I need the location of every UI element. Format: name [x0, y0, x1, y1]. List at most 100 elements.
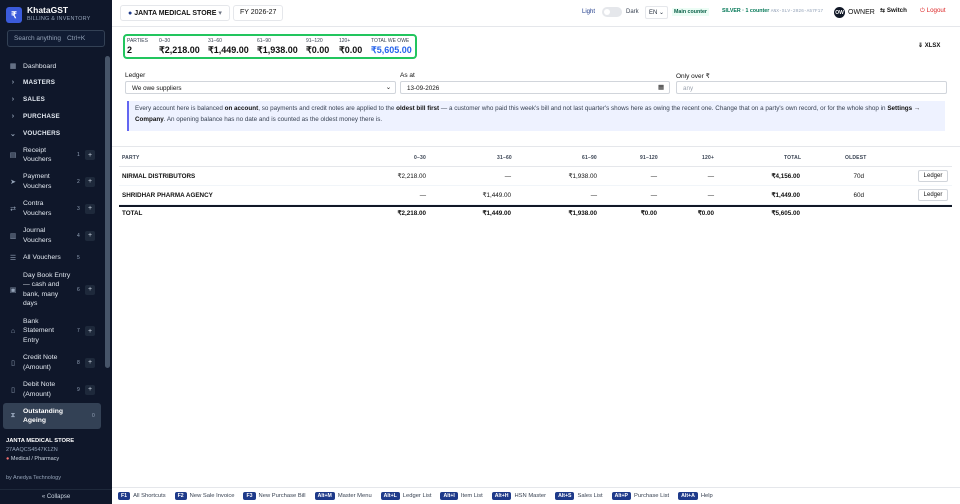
shortcut-key[interactable]: F2: [174, 492, 187, 500]
only-over-input[interactable]: any: [676, 81, 947, 94]
ageing-summary: PARTIES 2 0–30 ₹2,218.00 31–60 ₹1,449.00 61…: [123, 34, 417, 59]
logout-button[interactable]: ⏻ Logout: [920, 7, 946, 15]
sidebar-item-bank-statement-entry[interactable]: ⌂ Bank Statement Entry 7 +: [0, 313, 104, 349]
col-31-60: 31–60: [497, 155, 512, 161]
sidebar-scrollbar[interactable]: [105, 56, 110, 368]
summary-total: TOTAL WE OWE ₹5,605.00: [371, 38, 412, 55]
plan-code: ANX-SLV-2026-A57F17: [770, 9, 824, 14]
sidebar-item-credit-note[interactable]: ▯ Credit Note (Amount) 8 +: [0, 349, 104, 376]
table-header: PARTY 0–30 31–60 61–90 91–120 120+ TOTAL…: [119, 155, 952, 167]
book-icon: ▣: [9, 286, 17, 294]
divider: [112, 146, 960, 147]
journal-icon: ▥: [9, 232, 17, 240]
add-button[interactable]: +: [85, 284, 95, 295]
search-shortcut: Ctrl+K: [66, 35, 86, 42]
collapse-button[interactable]: « Collapse: [0, 489, 112, 504]
sidebar: ₹ KhataGST BILLING & INVENTORY Search an…: [0, 0, 112, 504]
shortcut-key[interactable]: F1: [118, 492, 131, 500]
sidebar-item-day-book-entry[interactable]: ▣ Day Book Entry — cash and bank, many d…: [0, 266, 104, 313]
theme-toggle[interactable]: [602, 7, 622, 17]
credit-note-icon: ▯: [11, 359, 15, 367]
shortcut-key[interactable]: Alt+L: [380, 492, 400, 500]
counter-badge: Main counter: [672, 8, 709, 16]
add-button[interactable]: +: [85, 150, 95, 160]
total-row: TOTAL ₹2,218.00 ₹1,449.00 ₹1,938.00 ₹0.0…: [119, 205, 952, 221]
party-name: NIRMAL DISTRIBUTORS: [122, 173, 196, 180]
sidebar-section-masters[interactable]: › MASTERS: [0, 74, 104, 91]
avatar[interactable]: OW: [834, 7, 845, 18]
sidebar-item-dashboard[interactable]: ▦ Dashboard: [0, 58, 104, 74]
chevron-down-icon: ⌄: [9, 130, 17, 138]
shortcut-key[interactable]: Alt+M: [314, 492, 335, 500]
light-theme-label: Light: [582, 9, 596, 15]
shortcut-key[interactable]: Alt+P: [611, 492, 632, 500]
sidebar-item-label: Dashboard: [23, 62, 57, 70]
sidebar-item-debit-note[interactable]: ▯ Debit Note (Amount) 9 +: [0, 376, 104, 403]
col-120-plus: 120+: [702, 155, 715, 161]
ledger-button[interactable]: Ledger: [918, 170, 948, 182]
as-at-date-input[interactable]: 13-09-2026 ▦: [400, 81, 670, 94]
ledger-button[interactable]: Ledger: [918, 189, 948, 201]
add-button[interactable]: +: [85, 326, 95, 336]
table-row[interactable]: SHRIDHAR PHARMA AGENCY — ₹1,449.00 — — —…: [119, 186, 952, 205]
sidebar-section-vouchers[interactable]: ⌄ VOUCHERS: [0, 125, 104, 142]
store-name: JANTA MEDICAL STORE: [6, 438, 75, 444]
shortcut-bar: F1 All Shortcuts F2 New Sale Invoice F3 New…: [112, 487, 960, 504]
sidebar-section-purchase[interactable]: › PURCHASE: [0, 108, 104, 125]
shortcut-key[interactable]: Alt+S: [555, 492, 575, 500]
info-note: Every account here is balanced on accoun…: [127, 101, 945, 131]
table-row[interactable]: NIRMAL DISTRIBUTORS ₹2,218.00 — ₹1,938.0…: [119, 167, 952, 186]
company-selector[interactable]: ● JANTA MEDICAL STORE ▾: [120, 5, 230, 21]
add-button[interactable]: +: [85, 230, 95, 241]
store-category: ● Medical / Pharmacy: [6, 456, 60, 462]
chevron-down-icon: ⌄: [385, 84, 391, 91]
shortcut-key[interactable]: Alt+H: [491, 492, 512, 500]
brand-subtitle: BILLING & INVENTORY: [27, 16, 91, 22]
shortcut-key[interactable]: Alt+I: [440, 492, 458, 500]
sidebar-section-sales[interactable]: › SALES: [0, 91, 104, 108]
ageing-table: PARTY 0–30 31–60 61–90 91–120 120+ TOTAL…: [119, 155, 952, 221]
language-select[interactable]: EN ⌄: [645, 6, 669, 19]
plan-badge: SILVER · 1 counter ANX-SLV-2026-A57F17: [722, 8, 824, 14]
sidebar-item-receipt-vouchers[interactable]: ▤ Receipt Vouchers 1 +: [0, 142, 104, 168]
col-party: PARTY: [122, 155, 140, 161]
add-button[interactable]: +: [85, 357, 95, 368]
fy-selector[interactable]: FY 2026-27: [233, 5, 284, 21]
swap-icon: ⇄: [10, 205, 16, 213]
summary-61-90: 61–90 ₹1,938.00: [257, 38, 298, 55]
xlsx-export-button[interactable]: ⇓ XLSX: [918, 42, 940, 49]
sidebar-item-outstanding-ageing[interactable]: ⧗ Outstanding Ageing 0: [3, 403, 101, 429]
pill-icon: ●: [6, 456, 10, 462]
sidebar-item-contra-vouchers[interactable]: ⇄ Contra Vouchers 3 +: [0, 195, 104, 222]
owner-label: OWNER: [848, 9, 875, 16]
receipt-icon: ▤: [9, 152, 17, 159]
summary-91-120: 91–120 ₹0.00: [306, 38, 330, 55]
logout-icon: ⏻: [920, 7, 925, 14]
chevron-right-icon: ›: [11, 113, 15, 120]
list-icon: ☰: [9, 254, 17, 262]
shortcut-key[interactable]: F3: [243, 492, 256, 500]
chevron-down-icon: ⌄: [659, 10, 665, 16]
payment-icon: ➤: [10, 178, 16, 186]
sidebar-item-all-vouchers[interactable]: ☰ All Vouchers 5: [0, 249, 104, 266]
shortcut-key[interactable]: Alt+A: [678, 492, 698, 500]
add-button[interactable]: +: [85, 384, 95, 395]
sidebar-item-journal-vouchers[interactable]: ▥ Journal Vouchers 4 +: [0, 222, 104, 249]
brand-name: KhataGST: [27, 5, 69, 15]
summary-0-30: 0–30 ₹2,218.00: [159, 38, 200, 55]
sidebar-item-payment-vouchers[interactable]: ➤ Payment Vouchers 2 +: [0, 168, 104, 195]
sidebar-nav: ▦ Dashboard › MASTERS › SALES › PURCHASE…: [0, 58, 104, 429]
as-at-label: As at: [400, 72, 415, 79]
add-button[interactable]: +: [85, 203, 95, 214]
col-oldest: OLDEST: [845, 155, 867, 161]
vendor-credit: by Anedya Technology: [6, 475, 61, 481]
topbar: ● JANTA MEDICAL STORE ▾ FY 2026-27 Light…: [112, 0, 960, 27]
party-name: SHRIDHAR PHARMA AGENCY: [122, 192, 213, 199]
debit-note-icon: ▯: [11, 386, 15, 394]
ledger-select[interactable]: We owe suppliers ⌄: [125, 81, 396, 94]
search-input[interactable]: Search anything Ctrl+K: [7, 30, 105, 47]
brand[interactable]: ₹ KhataGST BILLING & INVENTORY: [6, 6, 91, 24]
switch-button[interactable]: ⇆ Switch: [880, 7, 907, 14]
store-gstin: 27AAQCS4547K1ZN: [6, 447, 58, 453]
add-button[interactable]: +: [85, 176, 95, 187]
